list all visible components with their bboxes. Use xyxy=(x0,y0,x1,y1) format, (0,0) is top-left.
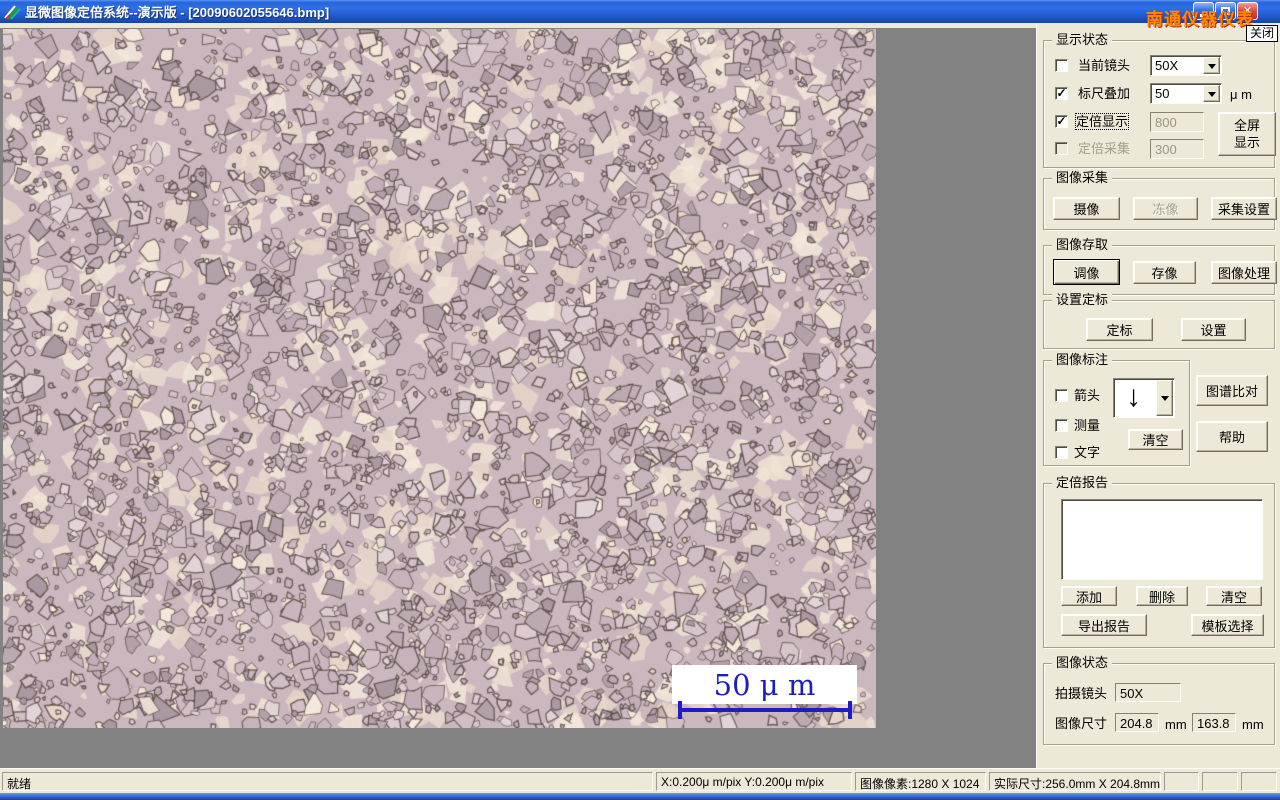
ruler-overlay-checkbox[interactable] xyxy=(1055,87,1068,100)
fullscreen-button[interactable]: 全屏显示 xyxy=(1218,112,1276,156)
fixed-capture-input xyxy=(1150,139,1204,159)
group-calibration: 设置定标 定标 设置 xyxy=(1043,292,1275,349)
height-unit-label: mm xyxy=(1242,717,1264,732)
group-report-title: 定倍报告 xyxy=(1052,475,1113,491)
measure-checkbox[interactable] xyxy=(1055,419,1068,432)
group-image-capture: 图像采集 摄像 冻像 采集设置 xyxy=(1043,170,1277,230)
group-calibration-title: 设置定标 xyxy=(1052,292,1113,308)
chevron-down-icon[interactable] xyxy=(1156,380,1173,416)
triangle-icon xyxy=(1160,396,1169,401)
app-window: 显微图像定倍系统--演示版 - [20090602055646.bmp] ✕ 南… xyxy=(0,0,1280,800)
status-pixels: 图像像素:1280 X 1024 xyxy=(855,772,986,791)
close-tooltip: 关闭 xyxy=(1246,25,1279,42)
triangle-icon xyxy=(1207,63,1216,69)
arrow-label: 箭头 xyxy=(1074,388,1101,403)
save-image-button[interactable]: 存像 xyxy=(1133,261,1196,284)
group-image-storage: 图像存取 调像 存像 图像处理 xyxy=(1043,237,1277,295)
group-image-storage-title: 图像存取 xyxy=(1052,237,1113,253)
ruler-value: 50 xyxy=(1155,86,1170,101)
calibrate-button[interactable]: 定标 xyxy=(1086,318,1153,341)
status-spare-1 xyxy=(1164,772,1199,791)
image-process-button[interactable]: 图像处理 xyxy=(1211,261,1277,284)
lens-value-field: 50X xyxy=(1115,683,1181,702)
scalebar-label-box: 50 μ m xyxy=(672,665,857,704)
fixed-capture-label: 定倍采集 xyxy=(1078,141,1131,156)
ruler-unit-label: μ m xyxy=(1230,87,1252,102)
help-button[interactable]: 帮助 xyxy=(1196,421,1268,452)
text-checkbox[interactable] xyxy=(1055,446,1068,459)
scalebar-text: 50 μ m xyxy=(713,667,816,702)
triangle-icon xyxy=(1207,91,1216,97)
setup-button[interactable]: 设置 xyxy=(1181,318,1246,341)
measure-label: 测量 xyxy=(1074,418,1101,433)
status-resolution: X:0.200μ m/pix Y:0.200μ m/pix xyxy=(656,772,852,791)
capture-button[interactable]: 摄像 xyxy=(1053,197,1120,220)
report-clear-button[interactable]: 清空 xyxy=(1206,586,1262,606)
report-template-button[interactable]: 模板选择 xyxy=(1191,614,1264,636)
window-title: 显微图像定倍系统--演示版 - [20090602055646.bmp] xyxy=(25,5,330,20)
atlas-compare-button[interactable]: 图谱比对 xyxy=(1196,375,1268,406)
scalebar-tick-left xyxy=(678,701,682,719)
scalebar-line xyxy=(678,701,852,719)
group-annotation: 图像标注 箭头 测量 文字 ↓ 清空 xyxy=(1043,352,1190,466)
group-annotation-title: 图像标注 xyxy=(1052,352,1113,368)
report-export-button[interactable]: 导出报告 xyxy=(1061,614,1147,636)
fixed-display-label: 定倍显示 xyxy=(1074,113,1130,130)
fixed-display-checkbox[interactable] xyxy=(1055,115,1068,128)
group-report: 定倍报告 添加 删除 清空 导出报告 模板选择 xyxy=(1043,475,1275,648)
width-value-field: 204.8 xyxy=(1115,713,1159,732)
height-value-field: 163.8 xyxy=(1192,713,1236,732)
window-bottom-border xyxy=(0,793,1280,800)
micrograph-viewport[interactable]: 50 μ m xyxy=(3,29,876,728)
current-lens-select[interactable]: 50X xyxy=(1150,55,1222,76)
group-image-capture-title: 图像采集 xyxy=(1052,170,1113,186)
text-label: 文字 xyxy=(1074,445,1101,460)
fixed-display-input xyxy=(1150,112,1204,132)
brand-overlay-text: 南通仪器仪表 xyxy=(1146,10,1254,29)
freeze-button: 冻像 xyxy=(1133,197,1198,220)
client-area: 50 μ m 显示状态 当前镜头 50X 标尺叠加 50 xyxy=(0,23,1280,768)
report-add-button[interactable]: 添加 xyxy=(1061,586,1117,606)
ruler-value-select[interactable]: 50 xyxy=(1150,83,1222,104)
arrow-checkbox[interactable] xyxy=(1055,389,1068,402)
control-panel: 显示状态 当前镜头 50X 标尺叠加 50 μ m 定倍显示 定倍采 xyxy=(1036,24,1280,768)
current-lens-label: 当前镜头 xyxy=(1078,58,1131,73)
down-arrow-icon: ↓ xyxy=(1126,380,1141,413)
status-bar: 就绪 X:0.200μ m/pix Y:0.200μ m/pix 图像像素:12… xyxy=(0,768,1280,793)
annotation-clear-button[interactable]: 清空 xyxy=(1128,429,1183,450)
current-lens-value: 50X xyxy=(1155,58,1179,73)
size-label: 图像尺寸 xyxy=(1055,716,1108,731)
group-image-status-title: 图像状态 xyxy=(1052,655,1113,671)
group-display-status: 显示状态 当前镜头 50X 标尺叠加 50 μ m 定倍显示 定倍采 xyxy=(1043,32,1276,168)
status-ready: 就绪 xyxy=(2,772,653,791)
status-spare-2 xyxy=(1202,772,1238,791)
group-image-status: 图像状态 拍摄镜头 50X 图像尺寸 204.8 mm 163.8 mm xyxy=(1043,655,1275,745)
status-actual-size: 实际尺寸:256.0mm X 204.8mm xyxy=(989,772,1161,791)
chevron-down-icon[interactable] xyxy=(1203,85,1220,102)
capture-settings-button[interactable]: 采集设置 xyxy=(1211,197,1277,220)
lens-label: 拍摄镜头 xyxy=(1055,686,1108,701)
micrograph-image[interactable] xyxy=(3,29,876,728)
scalebar-tick-right xyxy=(848,701,852,719)
arrow-style-select[interactable]: ↓ xyxy=(1113,378,1175,418)
group-display-status-title: 显示状态 xyxy=(1052,32,1113,48)
width-unit-label: mm xyxy=(1165,717,1187,732)
title-bar: 显微图像定倍系统--演示版 - [20090602055646.bmp] ✕ 南… xyxy=(0,0,1280,29)
load-image-button[interactable]: 调像 xyxy=(1053,259,1120,285)
ruler-overlay-label: 标尺叠加 xyxy=(1078,86,1131,101)
current-lens-checkbox[interactable] xyxy=(1055,59,1068,72)
status-spare-3 xyxy=(1241,772,1277,791)
report-delete-button[interactable]: 删除 xyxy=(1136,586,1188,606)
fixed-capture-checkbox xyxy=(1055,142,1068,155)
report-listbox[interactable] xyxy=(1061,499,1263,580)
chevron-down-icon[interactable] xyxy=(1203,57,1220,74)
app-icon xyxy=(4,4,21,20)
